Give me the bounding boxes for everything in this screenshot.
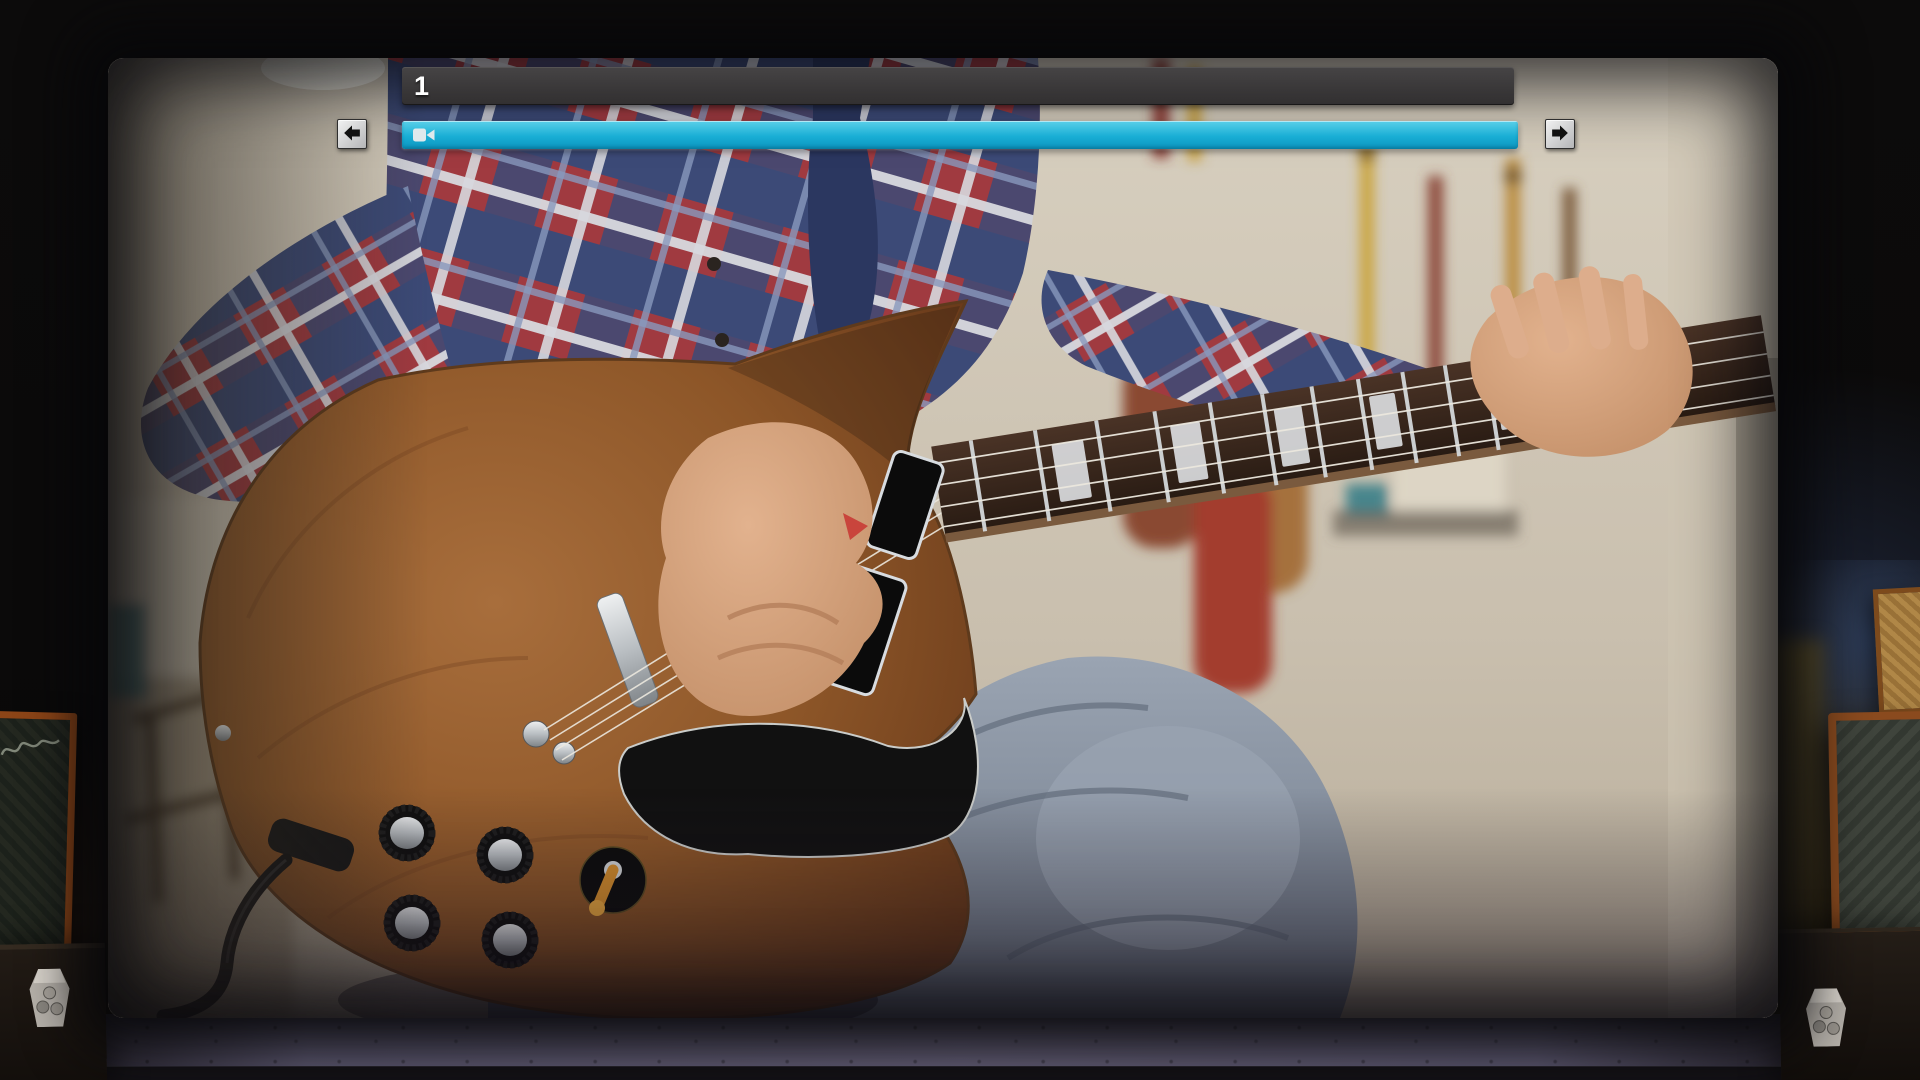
- small-amp-right: [1872, 586, 1920, 716]
- arrow-left-icon: [341, 122, 363, 147]
- next-button[interactable]: [1545, 119, 1575, 149]
- previous-button[interactable]: [337, 119, 367, 149]
- stage-floor: [0, 1014, 1920, 1070]
- road-case-left: [0, 942, 108, 1080]
- section-number: 1: [414, 70, 430, 101]
- amp-logo-script: [0, 739, 60, 756]
- video-progress-fill: [402, 121, 1518, 149]
- amp-cabinet-right: [1828, 711, 1920, 937]
- lesson-video-frame[interactable]: [108, 58, 1778, 1018]
- lesson-screen: 1: [0, 0, 1920, 1080]
- road-case-right: [1778, 926, 1920, 1080]
- red-guitar: [1194, 473, 1272, 693]
- arrow-right-icon: [1549, 122, 1571, 147]
- case-latch-icon: [29, 968, 70, 1028]
- amp-cabinet-left: [0, 710, 78, 964]
- video-progress-bar[interactable]: [402, 121, 1518, 149]
- stage-floor-edge: [0, 1066, 1920, 1080]
- video-camera-icon: [412, 127, 436, 148]
- case-latch-icon: [1806, 988, 1847, 1047]
- lesson-video-scene: [108, 58, 1778, 1018]
- section-number-bar: 1: [402, 67, 1514, 105]
